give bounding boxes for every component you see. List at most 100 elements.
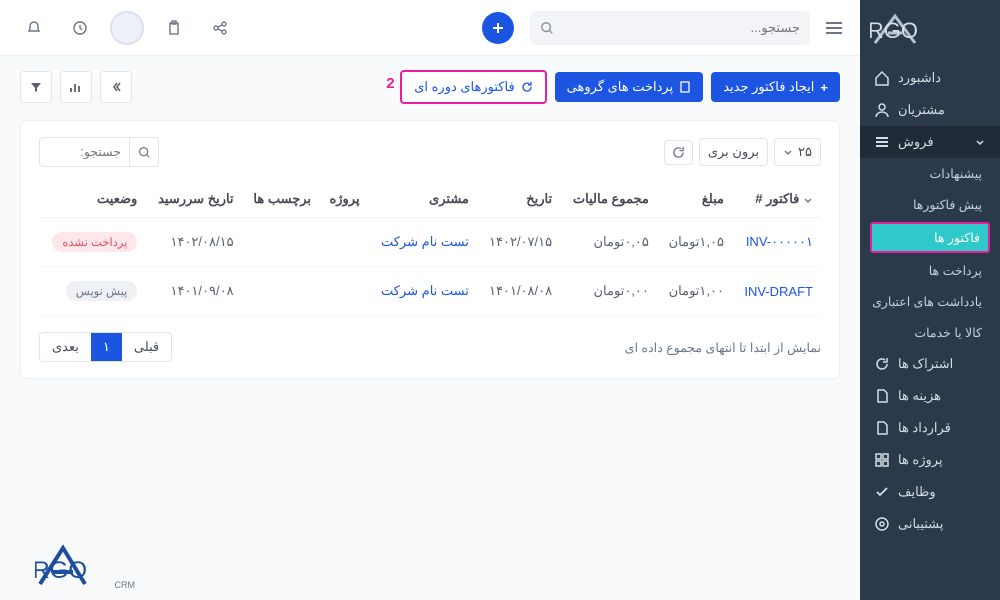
chart-icon [69, 80, 83, 94]
watermark-logo: RGO CRM [35, 542, 165, 592]
chevron-down-icon [974, 136, 986, 148]
expand-button[interactable] [100, 71, 132, 103]
nav-dashboard[interactable]: داشبورد [860, 62, 1000, 94]
cell-amount: ۱,۰۵تومان [657, 218, 732, 267]
search-input[interactable] [562, 20, 800, 35]
share-icon [212, 20, 228, 36]
nav-support[interactable]: پشتیبانی [860, 508, 1000, 540]
invoice-link[interactable]: INV-DRAFT [732, 267, 821, 316]
client-link[interactable]: تست نام شرکت [368, 267, 477, 316]
main-area: + ایجاد فاکتور جدید پرداخت های گروهی فاک… [0, 0, 860, 600]
filter-icon [29, 80, 43, 94]
col-client[interactable]: مشتری [368, 181, 477, 218]
refresh-icon [874, 356, 890, 372]
svg-text:RGO: RGO [870, 18, 918, 43]
main-nav: داشبورد مشتریان فروش پیشنهادات پیش فاکتو… [860, 56, 1000, 546]
col-status[interactable]: وضعیت [39, 181, 145, 218]
grid-icon [874, 452, 890, 468]
nav-label: وظایف [898, 484, 936, 500]
table-search-button[interactable] [129, 137, 159, 167]
nav-label: هزینه ها [898, 388, 941, 404]
nav-label: پشتیبانی [898, 516, 943, 532]
table-row: INV-۰۰۰۰۰۱ ۱,۰۵تومان ۰,۰۵تومان ۱۴۰۲/۰۷/۱… [39, 218, 821, 267]
pager-page[interactable]: ۱ [91, 333, 122, 361]
clipboard-icon [166, 20, 182, 36]
annotation-2: 2 [386, 75, 394, 92]
col-amount[interactable]: مبلغ [657, 181, 732, 218]
chevron-down-icon [783, 147, 793, 157]
cell-tax: ۰,۰۰تومان [560, 267, 657, 316]
plus-icon [490, 20, 506, 36]
clipboard-button[interactable] [158, 12, 190, 44]
sub-invoices[interactable]: فاکتور ها [870, 222, 990, 253]
nav-contracts[interactable]: قرارداد ها [860, 412, 1000, 444]
refresh-table-button[interactable] [664, 140, 693, 165]
invoice-link[interactable]: INV-۰۰۰۰۰۱ [732, 218, 821, 267]
sub-credit-notes[interactable]: یادداشت های اعتباری [860, 286, 1000, 317]
cell-tags [242, 267, 319, 316]
col-due[interactable]: تاریخ سررسید [145, 181, 241, 218]
pager-next[interactable]: بعدی [40, 333, 91, 361]
search-icon [540, 21, 554, 35]
cell-project [319, 218, 368, 267]
cell-tags [242, 218, 319, 267]
clock-icon [72, 20, 88, 36]
sales-submenu: پیشنهادات پیش فاکتورها فاکتور ها 1 پرداخ… [860, 158, 1000, 348]
cell-tax: ۰,۰۵تومان [560, 218, 657, 267]
user-avatar[interactable] [110, 11, 144, 45]
btn-label: پرداخت های گروهی [567, 79, 674, 95]
col-invoice[interactable]: فاکتور # [732, 181, 821, 218]
cell-date: ۱۴۰۲/۰۷/۱۵ [477, 218, 560, 267]
share-button[interactable] [204, 12, 236, 44]
menu-toggle[interactable] [826, 22, 842, 34]
file-icon [874, 420, 890, 436]
pagination: قبلی ۱ بعدی [39, 332, 172, 362]
top-header [0, 0, 860, 56]
filter-button[interactable] [20, 71, 52, 103]
nav-subscriptions[interactable]: اشتراک ها [860, 348, 1000, 380]
nav-label: مشتریان [898, 102, 945, 118]
history-button[interactable] [64, 12, 96, 44]
col-tax[interactable]: مجموع مالیات [560, 181, 657, 218]
svg-text:RGO: RGO [35, 557, 87, 584]
chevron-left-icon [109, 80, 123, 94]
file-icon [874, 388, 890, 404]
global-search[interactable] [530, 11, 810, 45]
nav-expenses[interactable]: هزینه ها [860, 380, 1000, 412]
table-search [39, 137, 159, 167]
table-search-input[interactable] [39, 137, 129, 167]
nav-projects[interactable]: پروژه ها [860, 444, 1000, 476]
invoices-table: فاکتور # مبلغ مجموع مالیات تاریخ مشتری پ… [39, 181, 821, 316]
home-icon [874, 70, 890, 86]
sub-payments[interactable]: پرداخت ها [860, 255, 1000, 286]
nav-customers[interactable]: مشتریان [860, 94, 1000, 126]
sub-items[interactable]: کالا یا خدمات [860, 317, 1000, 348]
sub-proposals[interactable]: پیشنهادات [860, 158, 1000, 189]
cell-amount: ۱,۰۰تومان [657, 267, 732, 316]
action-toolbar: + ایجاد فاکتور جدید پرداخت های گروهی فاک… [0, 56, 860, 110]
cell-status: پیش نویس [39, 267, 145, 316]
create-invoice-button[interactable]: + ایجاد فاکتور جدید [711, 72, 840, 102]
notifications-button[interactable] [18, 12, 50, 44]
export-button[interactable]: برون بری [699, 138, 768, 166]
search-icon [138, 146, 151, 159]
sub-estimates[interactable]: پیش فاکتورها [860, 189, 1000, 220]
nav-sales[interactable]: فروش [860, 126, 1000, 158]
client-link[interactable]: تست نام شرکت [368, 218, 477, 267]
nav-label: اشتراک ها [898, 356, 953, 372]
cell-due: ۱۴۰۱/۰۹/۰۸ [145, 267, 241, 316]
chevron-down-icon [803, 195, 813, 205]
col-tags[interactable]: برچسب ها [242, 181, 319, 218]
support-icon [874, 516, 890, 532]
quick-add-button[interactable] [482, 12, 514, 44]
page-size-select[interactable]: ۲۵ [774, 138, 821, 166]
chart-view-button[interactable] [60, 71, 92, 103]
nav-tasks[interactable]: وظایف [860, 476, 1000, 508]
col-project[interactable]: پروژه [319, 181, 368, 218]
group-payments-button[interactable]: پرداخت های گروهی [555, 72, 704, 102]
nav-label: قرارداد ها [898, 420, 951, 436]
pager-prev[interactable]: قبلی [122, 333, 171, 361]
recurring-invoices-button[interactable]: فاکتورهای دوره ای [400, 70, 546, 104]
check-icon [874, 484, 890, 500]
col-date[interactable]: تاریخ [477, 181, 560, 218]
